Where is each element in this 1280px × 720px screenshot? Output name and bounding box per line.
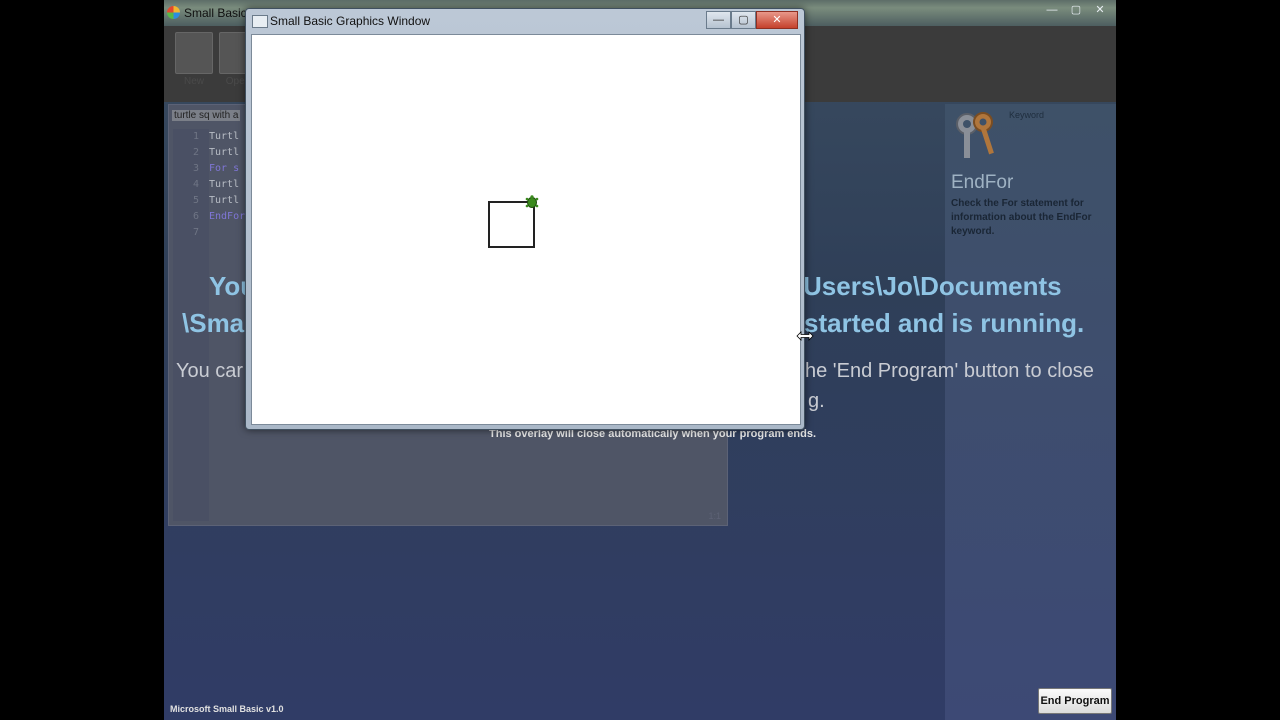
overlay-sub-line1-right: he 'End Program' button to close [805,360,1094,382]
code-text: Turtl [209,131,240,142]
new-icon [175,32,213,74]
resize-cursor-icon [796,331,814,341]
graphics-minimize-button[interactable]: — [706,11,731,29]
window-icon [252,15,268,28]
code-text: Turtl [209,195,240,206]
line-number: 3 [193,163,200,174]
graphics-window-title: Small Basic Graphics Window [270,14,431,28]
overlay-sub-line2-right: g. [808,390,825,412]
overlay-headline-line2-right: started and is running. [804,308,1085,338]
help-description: Check the For statement for information … [951,198,1092,237]
help-kind-label: Keyword [1009,110,1045,120]
code-text: Turtl [209,147,240,158]
overlay-headline-line1-right: Users\Jo\Documents [803,271,1062,301]
code-line[interactable]: 1 Turtl [193,131,239,142]
code-line[interactable]: 4 Turtl [193,179,239,190]
line-number: 1 [193,131,200,142]
code-line[interactable]: 3 For s [193,163,239,174]
overlay-headline-line2-left: \Sma [182,308,245,338]
help-topic-title: EndFor [951,172,1014,193]
cursor-position: 1:1 [708,511,721,521]
code-keyword: For s [209,163,240,174]
graphics-window-title-bar[interactable]: Small Basic Graphics Window — ▢ ✕ [246,9,804,33]
line-number: 7 [193,227,200,238]
code-text: Turtl [209,179,240,190]
editor-document-title[interactable]: turtle sq with a [172,110,241,121]
main-window-title: Small Basic [184,6,247,20]
version-label: Microsoft Small Basic v1.0 [170,704,284,714]
graphics-close-button[interactable]: ✕ [756,11,798,29]
code-keyword: EndFor [209,211,246,222]
turtle-icon [525,195,539,208]
toolbar-new-button[interactable]: New [174,32,214,102]
small-basic-app-icon [167,6,180,19]
graphics-canvas[interactable] [251,34,801,425]
main-maximize-button[interactable]: ▢ [1064,3,1088,18]
code-line[interactable]: 5 Turtl [193,195,239,206]
graphics-maximize-button[interactable]: ▢ [731,11,756,29]
line-number: 4 [193,179,200,190]
keys-icon [956,112,994,158]
line-number: 6 [193,211,200,222]
end-program-button[interactable]: End Program [1038,688,1112,714]
overlay-sub-line1-left: You car [176,360,244,382]
graphics-window[interactable]: Small Basic Graphics Window — ▢ ✕ [245,8,805,430]
main-minimize-button[interactable]: — [1040,3,1064,18]
toolbar-new-label: New [183,76,204,87]
code-line[interactable]: 7 [193,227,209,238]
line-number: 2 [193,147,200,158]
code-line[interactable]: 6 EndFor [193,211,245,222]
main-close-button[interactable]: ✕ [1088,3,1112,18]
line-number: 5 [193,195,200,206]
code-line[interactable]: 2 Turtl [193,147,239,158]
